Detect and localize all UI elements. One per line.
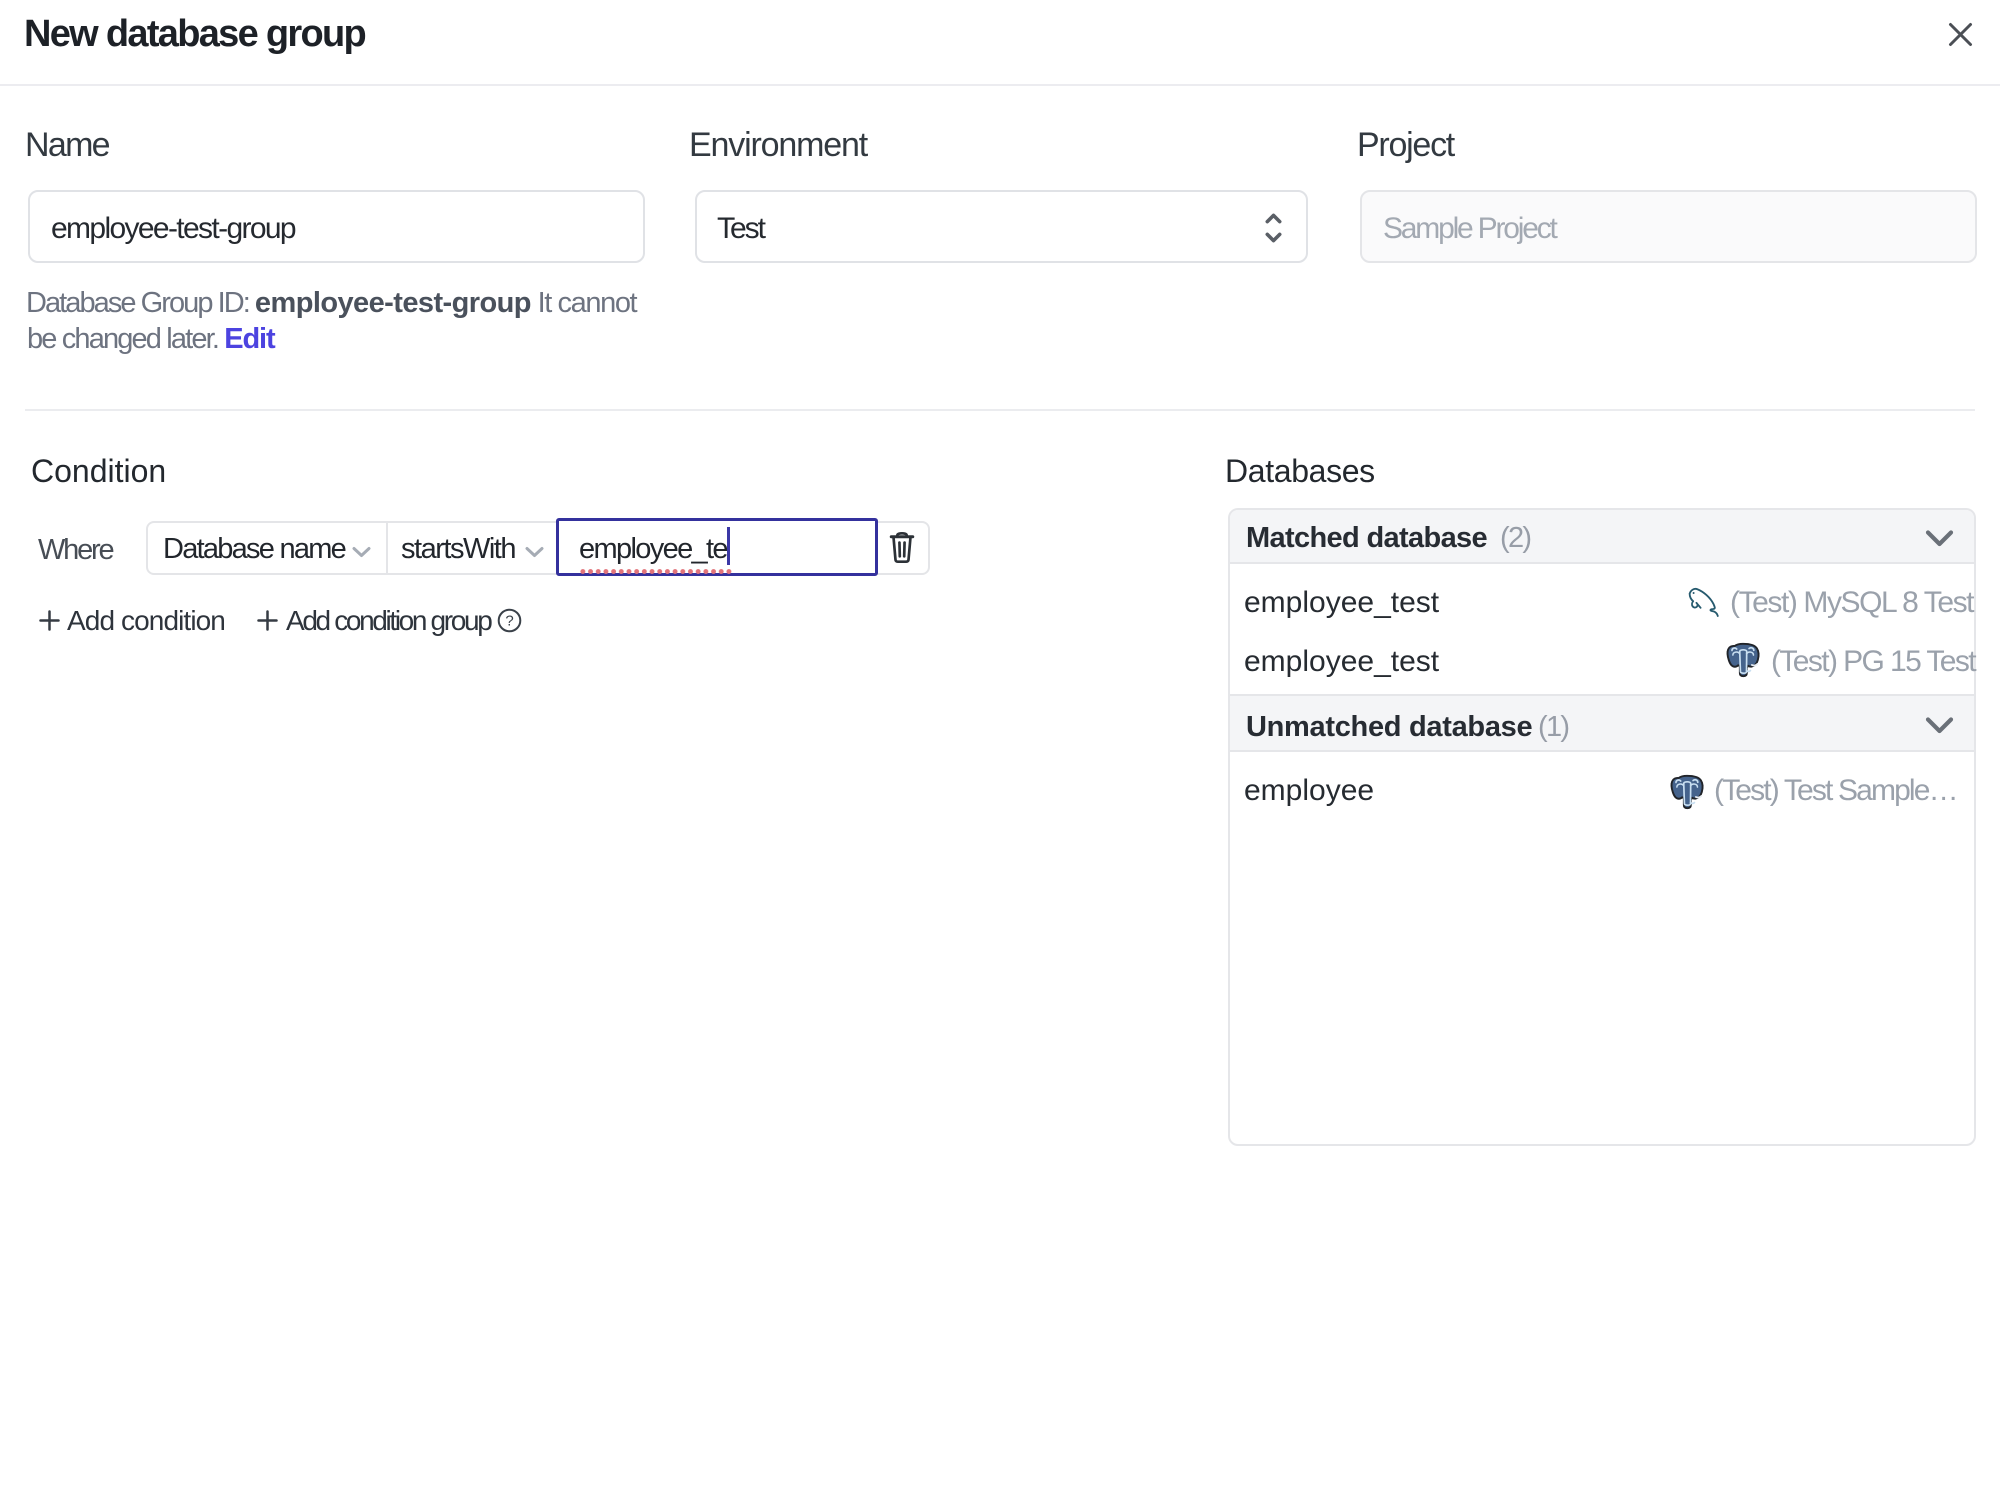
svg-text:?: ? [505,613,513,630]
